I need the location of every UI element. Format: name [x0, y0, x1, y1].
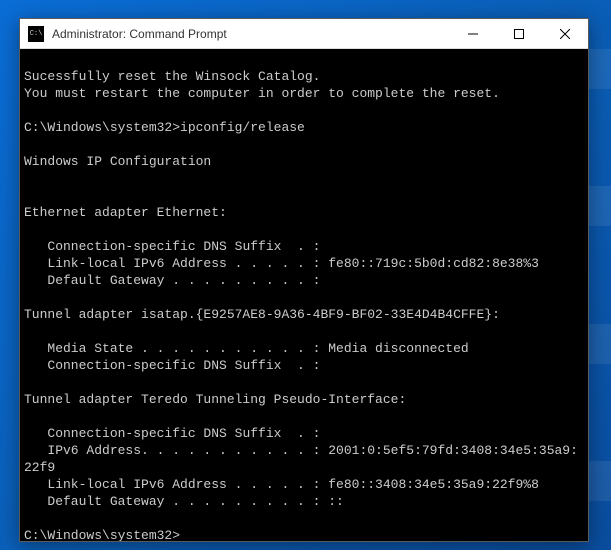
terminal-line [24, 510, 584, 527]
terminal-line: Link-local IPv6 Address . . . . . : fe80… [24, 255, 584, 272]
terminal-line [24, 102, 584, 119]
window-controls [450, 19, 588, 48]
close-button[interactable] [542, 19, 588, 48]
terminal-line: Default Gateway . . . . . . . . . : [24, 272, 584, 289]
terminal-line [24, 136, 584, 153]
terminal-line: Windows IP Configuration [24, 153, 584, 170]
terminal-prompt: C:\Windows\system32> [24, 527, 584, 541]
terminal-output[interactable]: Sucessfully reset the Winsock Catalog.Yo… [20, 49, 588, 541]
terminal-line [24, 289, 584, 306]
cmd-icon: C:\ [28, 26, 44, 42]
terminal-line: Connection-specific DNS Suffix . : [24, 357, 584, 374]
terminal-line: Connection-specific DNS Suffix . : [24, 425, 584, 442]
terminal-line [24, 51, 584, 68]
terminal-line: IPv6 Address. . . . . . . . . . . : 2001… [24, 442, 584, 476]
minimize-button[interactable] [450, 19, 496, 48]
terminal-line: Link-local IPv6 Address . . . . . : fe80… [24, 476, 584, 493]
maximize-button[interactable] [496, 19, 542, 48]
terminal-line: Sucessfully reset the Winsock Catalog. [24, 68, 584, 85]
terminal-line: Connection-specific DNS Suffix . : [24, 238, 584, 255]
command-prompt-window: C:\ Administrator: Command Prompt Sucess… [19, 18, 589, 542]
terminal-line [24, 187, 584, 204]
terminal-line [24, 170, 584, 187]
terminal-line: Media State . . . . . . . . . . . : Medi… [24, 340, 584, 357]
terminal-line [24, 221, 584, 238]
window-title: Administrator: Command Prompt [52, 27, 450, 41]
terminal-line [24, 323, 584, 340]
terminal-line: Tunnel adapter Teredo Tunneling Pseudo-I… [24, 391, 584, 408]
terminal-line [24, 374, 584, 391]
terminal-line: Tunnel adapter isatap.{E9257AE8-9A36-4BF… [24, 306, 584, 323]
terminal-line [24, 408, 584, 425]
terminal-line: Ethernet adapter Ethernet: [24, 204, 584, 221]
terminal-line: Default Gateway . . . . . . . . . : :: [24, 493, 584, 510]
terminal-line: You must restart the computer in order t… [24, 85, 584, 102]
titlebar[interactable]: C:\ Administrator: Command Prompt [20, 19, 588, 49]
terminal-line: C:\Windows\system32>ipconfig/release [24, 119, 584, 136]
